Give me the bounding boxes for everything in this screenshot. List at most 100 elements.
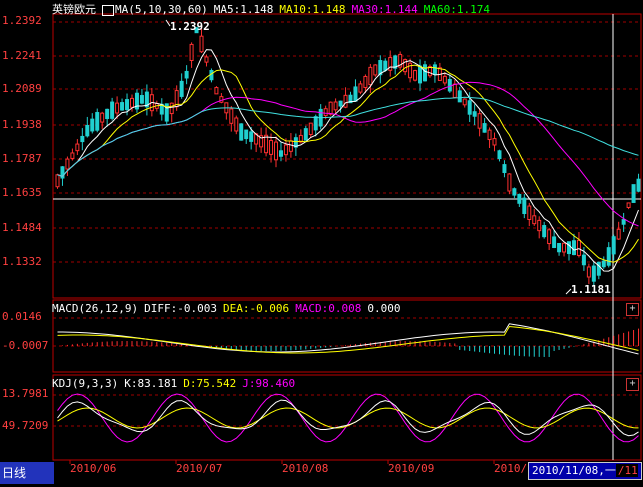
candle-body (338, 100, 343, 107)
candle-body (139, 95, 144, 104)
cursor-date: 2010/11/08,一/11 (528, 462, 642, 480)
candle-body (288, 140, 293, 152)
candle-body (581, 254, 586, 266)
candle-body (383, 60, 388, 71)
macd-diff: DIFF:-0.003 (144, 302, 217, 315)
date-tick: 2010/06 (70, 462, 117, 475)
macd-header: MACD(26,12,9) DIFF:-0.003 DEA:-0.006 MACD:0… (52, 302, 407, 316)
add-indicator-icon[interactable]: + (626, 378, 639, 391)
ma5-line (57, 49, 639, 272)
date-tick: 2010/07 (176, 462, 223, 475)
chart-canvas[interactable] (0, 0, 643, 484)
ma-label[interactable]: MA(5,10,30,60) (115, 3, 208, 16)
candle-body (527, 205, 532, 221)
candle-body (333, 101, 338, 111)
candle-body (368, 66, 373, 86)
candle-body (482, 123, 487, 133)
candle-body (373, 64, 378, 76)
macd-tick: 0.0146 (2, 310, 42, 323)
candle-body (65, 158, 70, 170)
candle-body (313, 116, 318, 131)
ma30-value: MA30:1.144 (351, 3, 418, 16)
candle-body (557, 243, 562, 253)
price-tick: 1.1938 (2, 118, 42, 131)
high-label: 1.2392 (170, 20, 210, 33)
candle-body (547, 229, 552, 245)
candle-body (517, 193, 522, 204)
candle-body (100, 112, 105, 123)
price-tick: 1.2241 (2, 49, 42, 62)
candle-body (115, 102, 120, 114)
ma60-value: MA60:1.174 (423, 3, 491, 16)
candle-body (184, 70, 189, 79)
candle-body (442, 75, 447, 84)
price-tick: 1.2392 (2, 14, 42, 27)
candle-body (512, 188, 517, 196)
candle-body (601, 260, 606, 268)
add-indicator-icon[interactable]: + (626, 303, 639, 316)
candle-body (502, 164, 507, 174)
kdj-j: J:98.460 (242, 377, 296, 390)
macd-dea: DEA:-0.006 (222, 302, 290, 315)
macd-value: MACD:0.008 (295, 302, 362, 315)
kdj-k: K:83.181 (124, 377, 178, 390)
macd-label[interactable]: MACD(26,12,9) (52, 302, 138, 315)
candle-body (636, 178, 641, 192)
candle-body (189, 43, 194, 62)
candle-body (363, 75, 368, 89)
indicator-icon[interactable] (102, 4, 114, 16)
candle-body (418, 65, 423, 84)
kdj-label[interactable]: KDJ(9,3,3) (52, 377, 118, 390)
candle-body (576, 239, 581, 256)
candle-body (249, 131, 254, 142)
candle-body (229, 108, 234, 124)
candle-body (70, 152, 75, 159)
price-tick: 1.2089 (2, 82, 42, 95)
candle-body (606, 247, 611, 266)
candle-body (110, 101, 115, 119)
price-tick: 1.1484 (2, 221, 42, 234)
period-daily-button[interactable]: 日线 (0, 462, 54, 484)
candle-body (552, 236, 557, 248)
candle-body (532, 215, 537, 225)
candle-body (497, 150, 502, 160)
symbol-name: 英镑欧元 (52, 3, 96, 16)
macd-tick: -0.0007 (2, 339, 49, 352)
candle-body (308, 122, 313, 136)
ma30-line (57, 81, 639, 227)
ma10-line (57, 64, 639, 263)
cursor-date-tail: /11 (615, 464, 638, 477)
candle-body (95, 112, 100, 131)
chart-stage[interactable]: 英镑欧元 MA(5,10,30,60) MA5:1.148 MA10:1.148 MA3… (0, 0, 643, 484)
kdj-tick: 49.7209 (2, 419, 49, 432)
candle-body (244, 129, 249, 140)
candle-body (125, 99, 130, 111)
macd-extra: 0.000 (367, 302, 401, 315)
candle-body (626, 202, 631, 208)
candle-body (85, 124, 90, 137)
candle-body (567, 241, 572, 255)
candle-body (169, 102, 174, 115)
candle-body (283, 144, 288, 156)
ma60-line (57, 96, 639, 177)
candle-body (353, 86, 358, 102)
candle-body (239, 123, 244, 141)
candle-body (120, 102, 125, 111)
candle-body (457, 90, 462, 103)
low-label: 1.1181 (571, 283, 611, 296)
candle-body (452, 83, 457, 98)
candle-body (611, 236, 616, 255)
candle-body (234, 117, 239, 132)
kdj-j-line (57, 393, 639, 443)
candle-body (616, 228, 621, 240)
candle-body (472, 111, 477, 117)
candle-body (562, 242, 567, 253)
candle-body (214, 87, 219, 95)
candle-body (467, 100, 472, 115)
cursor-date-text: 2010/11/08,一 (532, 464, 616, 477)
candle-body (522, 197, 527, 215)
candle-body (129, 97, 134, 108)
ma10-value: MA10:1.148 (279, 3, 346, 16)
candle-body (492, 138, 497, 146)
candle-body (204, 56, 209, 63)
